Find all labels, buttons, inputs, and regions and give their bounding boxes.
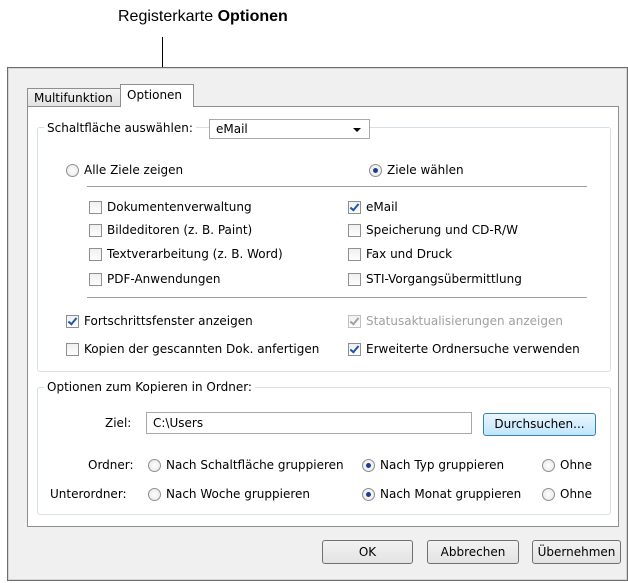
callout-label: Registerkarte Optionen: [118, 8, 288, 25]
checkbox-icon: [66, 342, 79, 356]
checkbox-target-fax[interactable]: Fax und Druck: [348, 247, 452, 261]
checkbox-icon: [348, 200, 361, 214]
radio-choose-targets-label: Ziele wählen: [387, 163, 464, 177]
radio-subfolder-by-month[interactable]: Nach Monat gruppieren: [362, 487, 521, 501]
checkbox-make-copies[interactable]: Kopien der gescannten Dok. anfertigen: [66, 342, 319, 356]
radio-subfolder-by-week[interactable]: Nach Woche gruppieren: [148, 487, 310, 501]
dest-label: Ziel:: [105, 416, 132, 430]
checkbox-icon: [348, 272, 361, 286]
radio-icon: [148, 487, 161, 501]
radio-label: Ohne: [560, 487, 593, 501]
checkbox-icon: [89, 200, 102, 214]
radio-icon: [362, 487, 375, 501]
radio-icon: [362, 458, 375, 472]
radio-folder-none[interactable]: Ohne: [542, 458, 592, 472]
checkbox-label: STI-Vorgangsübermittlung: [366, 272, 522, 286]
radio-icon: [542, 487, 555, 501]
radio-all-targets-label: Alle Ziele zeigen: [84, 163, 184, 177]
checkbox-icon: [89, 272, 102, 286]
checkbox-icon: [89, 247, 102, 261]
checkbox-target-wordproc[interactable]: Textverarbeitung (z. B. Word): [89, 247, 283, 261]
checkbox-label: Textverarbeitung (z. B. Word): [107, 247, 283, 261]
button-select-dropdown[interactable]: eMail: [209, 119, 370, 139]
checkbox-label: Erweiterte Ordnersuche verwenden: [366, 342, 580, 356]
checkbox-label: Fax und Druck: [366, 247, 453, 261]
checkbox-icon: [348, 247, 361, 261]
checkbox-icon: [89, 223, 102, 237]
checkbox-label: Statusaktualisierungen anzeigen: [366, 314, 563, 328]
radio-label: Nach Schaltfläche gruppieren: [166, 458, 344, 472]
radio-folder-by-button[interactable]: Nach Schaltfläche gruppieren: [148, 458, 344, 472]
ok-button[interactable]: OK: [322, 540, 413, 564]
checkbox-extended-search[interactable]: Erweiterte Ordnersuche verwenden: [348, 342, 580, 356]
checkbox-label: Kopien der gescannten Dok. anfertigen: [84, 342, 320, 356]
radio-label: Nach Woche gruppieren: [166, 487, 311, 501]
checkbox-status-updates: Statusaktualisierungen anzeigen: [348, 314, 563, 328]
radio-all-targets[interactable]: Alle Ziele zeigen: [66, 163, 183, 177]
radio-folder-by-type[interactable]: Nach Typ gruppieren: [362, 458, 504, 472]
chevron-down-icon: [353, 128, 361, 132]
separator: [87, 186, 587, 187]
checkbox-icon: [348, 223, 361, 237]
apply-button[interactable]: Übernehmen: [532, 540, 621, 564]
radio-icon: [66, 163, 79, 177]
checkbox-label: PDF-Anwendungen: [107, 272, 221, 286]
checkbox-label: Dokumentenverwaltung: [107, 200, 252, 214]
checkbox-target-storage[interactable]: Speicherung und CD-R/W: [348, 223, 518, 237]
tab-multifunktion[interactable]: Multifunktion: [27, 88, 122, 106]
radio-icon: [542, 458, 555, 472]
radio-label: Nach Typ gruppieren: [380, 458, 505, 472]
checkbox-label: Speicherung und CD-R/W: [366, 223, 518, 237]
button-select-label: Schaltfläche auswählen:: [44, 121, 196, 135]
checkbox-target-email[interactable]: eMail: [348, 200, 398, 214]
browse-button[interactable]: Durchsuchen...: [483, 413, 596, 436]
button-select-value: eMail: [216, 122, 248, 136]
radio-icon: [148, 458, 161, 472]
radio-label: Nach Monat gruppieren: [380, 487, 522, 501]
checkbox-target-pdf[interactable]: PDF-Anwendungen: [89, 272, 221, 286]
copy-folder-title: Optionen zum Kopieren in Ordner:: [44, 380, 255, 394]
separator: [87, 297, 587, 298]
subfolder-label: Unterordner:: [50, 487, 127, 501]
radio-subfolder-none[interactable]: Ohne: [542, 487, 592, 501]
checkbox-target-sti[interactable]: STI-Vorgangsübermittlung: [348, 272, 522, 286]
cancel-button[interactable]: Abbrechen: [427, 540, 519, 564]
dest-input[interactable]: [146, 412, 472, 434]
checkbox-label: eMail: [366, 200, 398, 214]
radio-choose-targets[interactable]: Ziele wählen: [369, 163, 464, 177]
checkbox-icon: [348, 342, 361, 356]
checkbox-icon: [348, 314, 361, 328]
checkbox-icon: [66, 314, 79, 328]
tab-optionen[interactable]: Optionen: [120, 84, 194, 107]
radio-icon: [369, 163, 382, 177]
checkbox-label: Fortschrittsfenster anzeigen: [84, 314, 253, 328]
checkbox-target-docmgmt[interactable]: Dokumentenverwaltung: [89, 200, 252, 214]
radio-label: Ohne: [560, 458, 593, 472]
checkbox-progress-window[interactable]: Fortschrittsfenster anzeigen: [66, 314, 253, 328]
checkbox-label: Bildeditoren (z. B. Paint): [107, 223, 253, 237]
folder-label: Ordner:: [88, 458, 134, 472]
checkbox-target-imageeditors[interactable]: Bildeditoren (z. B. Paint): [89, 223, 252, 237]
